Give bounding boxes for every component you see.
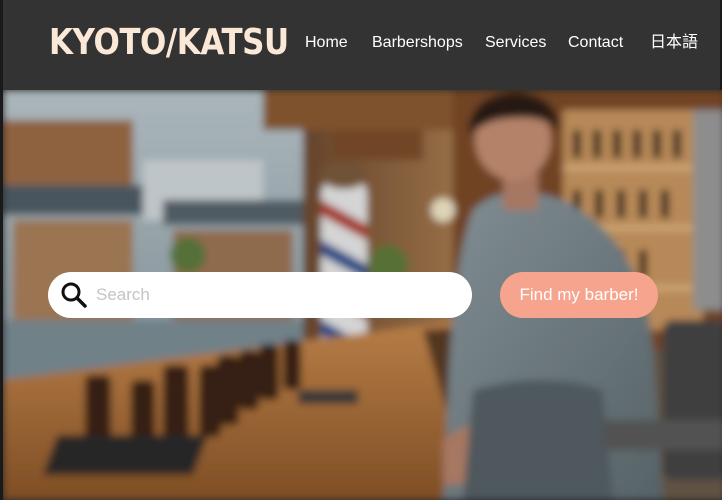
site-logo[interactable]: KYOTO/KATSU (49, 18, 289, 68)
nav-japanese-language-link[interactable]: 日本語 (650, 33, 698, 53)
search-icon (60, 281, 88, 309)
hero-section: Find my barber! (0, 90, 722, 500)
nav-services-link[interactable]: Services (485, 33, 546, 53)
site-header: KYOTO/KATSU Home Barbershops Services Co… (0, 0, 722, 90)
search-input[interactable] (96, 272, 456, 318)
search-bar[interactable] (48, 272, 472, 318)
nav-barbershops-link[interactable]: Barbershops (372, 33, 463, 53)
find-my-barber-button[interactable]: Find my barber! (500, 272, 658, 318)
nav-home-link[interactable]: Home (305, 33, 348, 53)
nav-contact-link[interactable]: Contact (568, 33, 623, 53)
